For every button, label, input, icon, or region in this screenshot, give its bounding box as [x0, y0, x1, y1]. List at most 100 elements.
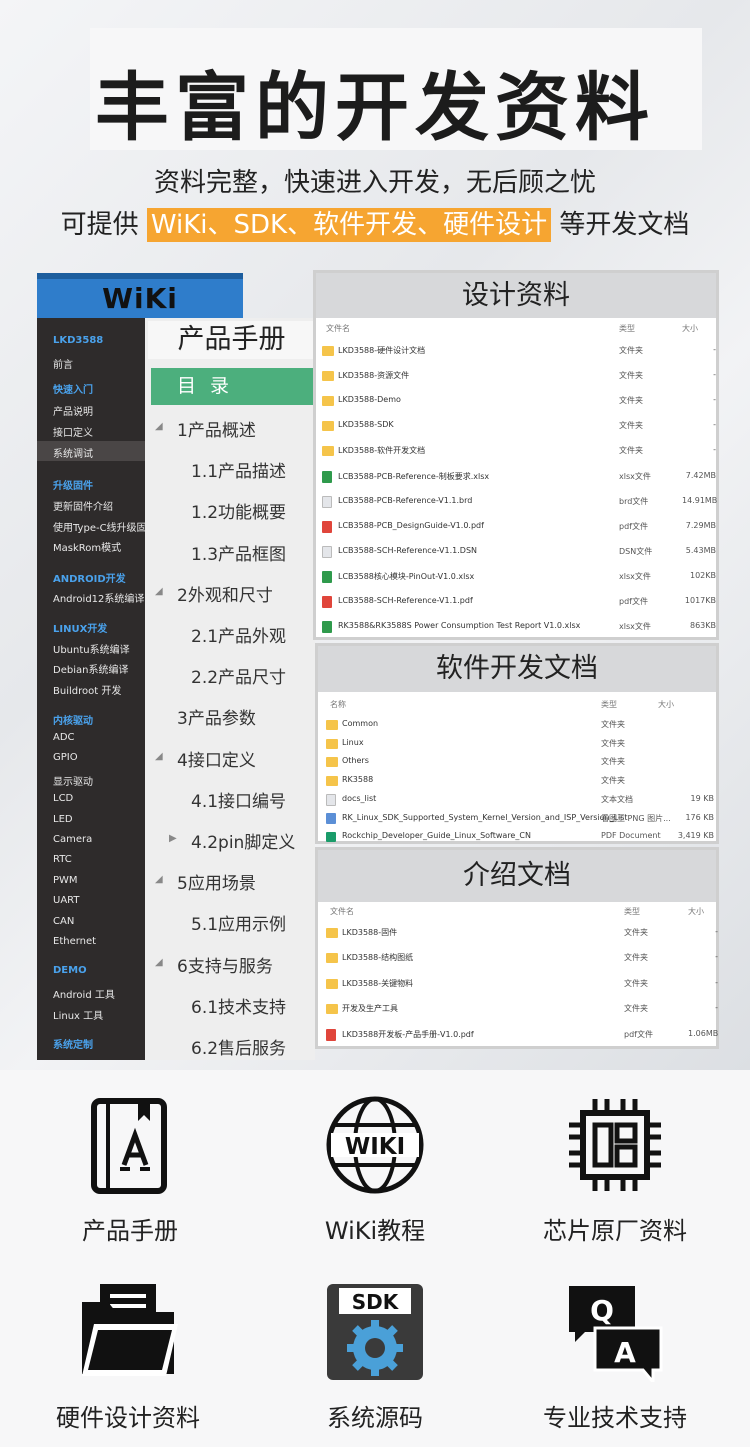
file-row[interactable]: LCB3588-SCH-Reference-V1.1.pdf pdf文件 1017K…	[316, 593, 716, 615]
sdk-gear-icon: SDK	[327, 1284, 423, 1380]
file-row[interactable]: LCB3588-PCB-Reference-V1.1.brd brd文件 14.91…	[316, 493, 718, 515]
file-size: -	[715, 927, 718, 936]
column-header[interactable]: 类型	[601, 699, 617, 710]
toc-item[interactable]: 5.1应用示例	[191, 910, 286, 935]
toc-item[interactable]: 2外观和尺寸	[177, 581, 273, 606]
sidebar-item[interactable]: CAN	[53, 916, 74, 927]
sidebar-item[interactable]: Debian系统编译	[53, 661, 128, 676]
sidebar-item[interactable]: 接口定义	[53, 424, 93, 439]
toc-item[interactable]: 6支持与服务	[177, 952, 273, 977]
toc-item[interactable]: 3产品参数	[177, 704, 256, 729]
sidebar-item[interactable]: LCD	[53, 793, 73, 804]
column-header[interactable]: 类型	[624, 906, 640, 917]
sidebar-item[interactable]: 产品说明	[53, 403, 93, 418]
file-type: PDF Document	[601, 831, 661, 841]
file-size: -	[713, 445, 716, 455]
file-row[interactable]: LKD3588-资源文件 文件夹 -	[316, 367, 716, 389]
sidebar-item[interactable]: 系统调试	[53, 445, 93, 460]
toc-item[interactable]: 1.3产品框图	[191, 540, 286, 565]
file-icon	[322, 570, 332, 583]
file-row[interactable]: LKD3588-硬件设计文档 文件夹 -	[316, 342, 716, 364]
column-header[interactable]: 大小	[682, 323, 698, 334]
sidebar-item[interactable]: PWM	[53, 875, 78, 886]
toc-item[interactable]: 1.1产品描述	[191, 457, 286, 482]
feature-chip-docs: 芯片原厂资料	[505, 1095, 725, 1255]
folder-icon	[322, 346, 334, 356]
column-header[interactable]: 名称	[330, 699, 346, 710]
file-row[interactable]: LKD3588-固件 文件夹 -	[318, 924, 718, 946]
sidebar-item[interactable]: 显示驱动	[53, 773, 93, 788]
file-row[interactable]: 开发及生产工具 文件夹 -	[318, 1000, 718, 1022]
sidebar-item[interactable]: 更新固件介绍	[53, 498, 113, 513]
toc-item[interactable]: 2.2产品尺寸	[191, 663, 286, 688]
sdk-icon-text: SDK	[352, 1290, 400, 1314]
sidebar-item[interactable]: Android 工具	[53, 986, 115, 1001]
sidebar-item[interactable]: 使用Type-C线升级固	[53, 519, 147, 534]
sidebar-item[interactable]: UART	[53, 895, 80, 906]
file-row[interactable]: LKD3588-Demo 文件夹 -	[316, 392, 716, 414]
file-size: 1.06MB	[688, 1028, 719, 1038]
toc-item[interactable]: 4.2pin脚定义	[191, 828, 295, 853]
file-icon	[326, 832, 336, 843]
sidebar-item[interactable]: Ubuntu系统编译	[53, 641, 130, 656]
sidebar-item[interactable]: Buildroot 开发	[53, 682, 121, 697]
toc-item[interactable]: 5应用场景	[177, 869, 256, 894]
folder-icon	[326, 953, 338, 964]
file-name: LKD3588-关键物料	[342, 978, 414, 988]
file-name: LCB3588核心模块-PinOut-V1.0.xlsx	[338, 571, 475, 581]
collapse-arrow-icon[interactable]: ◢	[155, 957, 163, 968]
file-name: LCB3588-PCB_DesignGuide-V1.0.pdf	[338, 520, 484, 530]
doc-types-line: 可提供 WiKi、SDK、软件开发、硬件设计 等开发文档	[0, 205, 750, 245]
sidebar-item[interactable]: 前言	[53, 356, 73, 371]
wiki-icon: WIKI	[326, 1096, 424, 1194]
sidebar-item[interactable]: ADC	[53, 732, 75, 743]
file-row[interactable]: LKD3588-软件开发文档 文件夹 -	[316, 442, 716, 464]
feature-label: 产品手册	[82, 1217, 178, 1245]
expand-arrow-icon[interactable]: ▶	[169, 833, 177, 844]
sidebar-item[interactable]: Android12系统编译	[53, 590, 144, 605]
file-row[interactable]: LKD3588-SDK 文件夹 -	[316, 417, 716, 439]
collapse-arrow-icon[interactable]: ◢	[155, 874, 163, 885]
software-docs-title: 软件开发文档	[318, 646, 716, 692]
file-row[interactable]: LCB3588-SCH-Reference-V1.1.DSN DSN文件 5.43M…	[316, 543, 716, 565]
sidebar-item[interactable]: RTC	[53, 854, 72, 865]
sidebar-item[interactable]: Ethernet	[53, 936, 96, 947]
column-header[interactable]: 类型	[619, 323, 635, 334]
toc-item[interactable]: 4接口定义	[177, 746, 256, 771]
manual-icon	[91, 1098, 167, 1194]
toc-header[interactable]: 目 录	[151, 368, 313, 405]
sidebar-item[interactable]: LED	[53, 814, 73, 825]
sidebar-item[interactable]: Camera	[53, 834, 92, 845]
toc-item[interactable]: 1.2功能概要	[191, 498, 286, 523]
file-row[interactable]: LKD3588-关键物料 文件夹 -	[318, 975, 718, 997]
column-header[interactable]: 大小	[688, 906, 704, 917]
collapse-arrow-icon[interactable]: ◢	[155, 751, 163, 762]
feature-label: 专业技术支持	[543, 1404, 687, 1432]
file-row[interactable]: LCB3588核心模块-PinOut-V1.0.xlsx xlsx文件 102KB	[316, 568, 716, 590]
toc-item[interactable]: 2.1产品外观	[191, 622, 286, 647]
file-row[interactable]: LKD3588开发板-产品手册-V1.0.pdf pdf文件 1.06MB	[318, 1026, 719, 1048]
column-header[interactable]: 文件名	[326, 323, 350, 334]
file-type: 文件夹	[601, 776, 625, 786]
sidebar-item[interactable]: Linux 工具	[53, 1007, 103, 1022]
sidebar-item[interactable]: MaskRom模式	[53, 539, 121, 554]
toc-item[interactable]: 4.1接口编号	[191, 787, 286, 812]
sidebar-item[interactable]: GPIO	[53, 752, 78, 763]
file-row[interactable]: LCB3588-PCB_DesignGuide-V1.0.pdf pdf文件 7.2…	[316, 518, 716, 540]
column-header[interactable]: 大小	[658, 699, 674, 710]
file-icon	[326, 793, 336, 806]
file-type: DSN文件	[619, 546, 653, 556]
collapse-arrow-icon[interactable]: ◢	[155, 586, 163, 597]
toc-item[interactable]: 6.2售后服务	[191, 1034, 286, 1059]
sidebar-category: 内核驱动	[53, 716, 93, 727]
toc-item[interactable]: 1产品概述	[177, 416, 256, 441]
column-header[interactable]: 文件名	[330, 906, 354, 917]
file-size: 14.91MB	[682, 495, 718, 505]
file-row[interactable]: LKD3588-结构图纸 文件夹 -	[318, 949, 718, 971]
file-row[interactable]: RK3588&RK3588S Power Consumption Test Re…	[316, 618, 716, 640]
file-name: Rockchip_Developer_Guide_Linux_Software_…	[342, 831, 531, 841]
toc-item[interactable]: 6.1技术支持	[191, 993, 286, 1018]
folder-icon	[326, 720, 338, 730]
collapse-arrow-icon[interactable]: ◢	[155, 421, 163, 432]
file-row[interactable]: LCB3588-PCB-Reference-制板要求.xlsx xlsx文件 7.4…	[316, 468, 716, 490]
